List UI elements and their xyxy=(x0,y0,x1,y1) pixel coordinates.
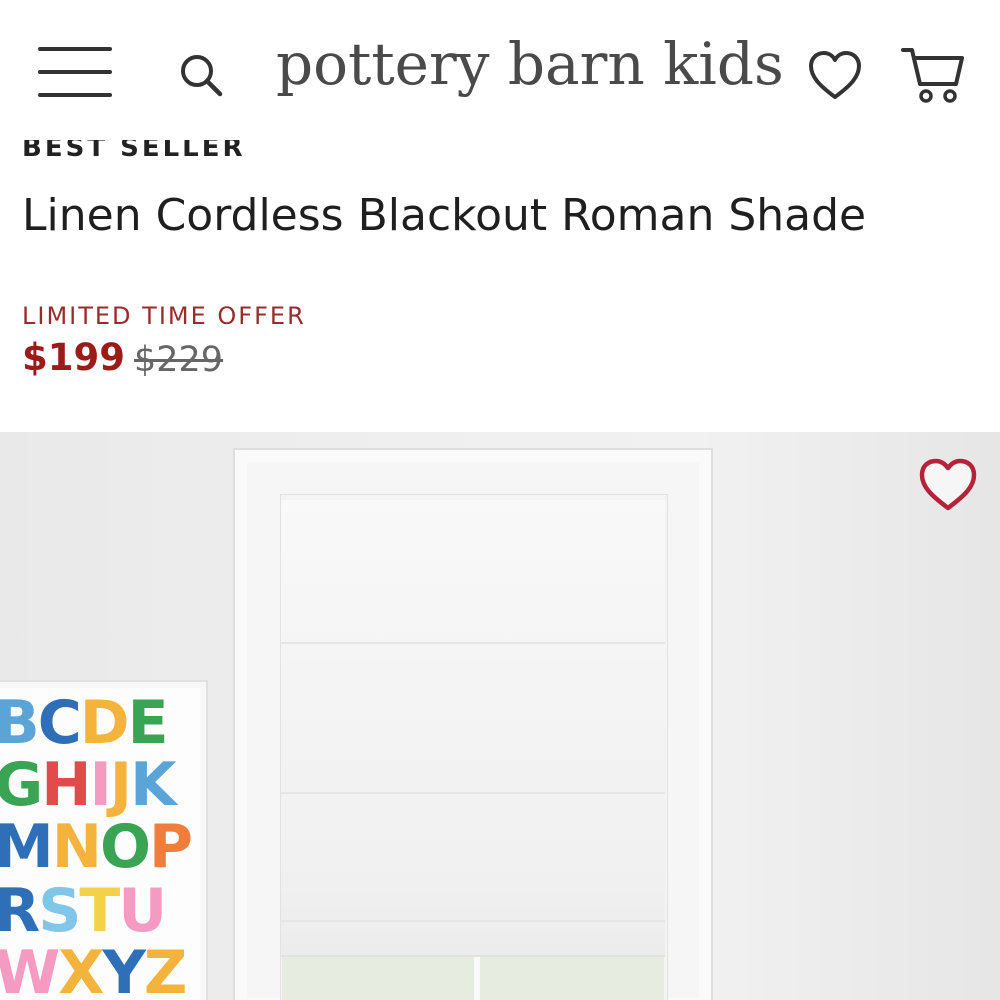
poster-letter: E xyxy=(127,688,169,758)
poster-letter: Y xyxy=(102,938,145,1000)
save-to-favorites-button[interactable] xyxy=(916,456,980,514)
poster-letter: C xyxy=(37,688,82,758)
poster-letter: O xyxy=(99,812,151,882)
alphabet-poster: BCDEGHIJKMNOPRSTUWXYZ xyxy=(0,682,206,1000)
shade-fold xyxy=(281,642,665,644)
poster-letter: T xyxy=(79,876,120,946)
shade-fold xyxy=(281,792,665,794)
poster-letter: W xyxy=(0,938,60,1000)
shade-fold xyxy=(281,920,665,922)
product-title: Linen Cordless Blackout Roman Shade xyxy=(22,190,867,241)
poster-letter-row: RSTU xyxy=(0,876,167,946)
heart-outline-icon xyxy=(809,51,861,99)
poster-letter: M xyxy=(0,812,54,882)
poster-letter: H xyxy=(41,750,91,820)
favorites-button[interactable] xyxy=(806,48,864,102)
search-icon xyxy=(181,55,223,97)
poster-letter: G xyxy=(0,750,43,820)
poster-letter-row: BCDE xyxy=(0,688,169,758)
roman-shade xyxy=(281,500,665,957)
poster-letter-row: WXYZ xyxy=(0,938,187,1000)
poster-letter: P xyxy=(148,812,193,882)
window-mullion xyxy=(474,955,480,1000)
hamburger-line xyxy=(38,70,112,74)
site-header: pottery barn kids xyxy=(0,0,1000,140)
poster-letter: R xyxy=(0,876,40,946)
poster-letter: X xyxy=(58,938,104,1000)
cart-button[interactable] xyxy=(900,44,966,106)
poster-letter: I xyxy=(89,750,111,820)
poster-letter: D xyxy=(79,688,130,758)
poster-letter: Z xyxy=(143,938,187,1000)
heart-save-icon xyxy=(919,458,977,511)
best-seller-badge: BEST SELLER xyxy=(22,140,246,163)
poster-letter: B xyxy=(0,688,40,758)
hamburger-line xyxy=(38,93,112,97)
poster-letter: J xyxy=(109,750,132,820)
poster-letter: S xyxy=(38,876,81,946)
poster-letter-row: GHIJK xyxy=(0,750,177,820)
search-button[interactable] xyxy=(176,50,226,100)
hamburger-menu-icon xyxy=(38,47,112,51)
poster-letter: N xyxy=(51,812,102,882)
limited-offer-label: LIMITED TIME OFFER xyxy=(22,302,306,330)
window-view xyxy=(282,955,664,1000)
poster-letter-row: MNOP xyxy=(0,812,193,882)
shopping-cart-icon xyxy=(901,48,964,103)
original-price: $229 xyxy=(134,340,224,380)
poster-letter: U xyxy=(118,876,167,946)
product-image[interactable]: BCDEGHIJKMNOPRSTUWXYZ xyxy=(0,432,1000,1000)
sale-price: $199 xyxy=(22,336,125,379)
badge-clip: BEST SELLER xyxy=(22,140,322,169)
brand-logo[interactable]: pottery barn kids xyxy=(276,30,784,98)
poster-letter: K xyxy=(130,750,176,820)
menu-button[interactable] xyxy=(38,47,112,101)
